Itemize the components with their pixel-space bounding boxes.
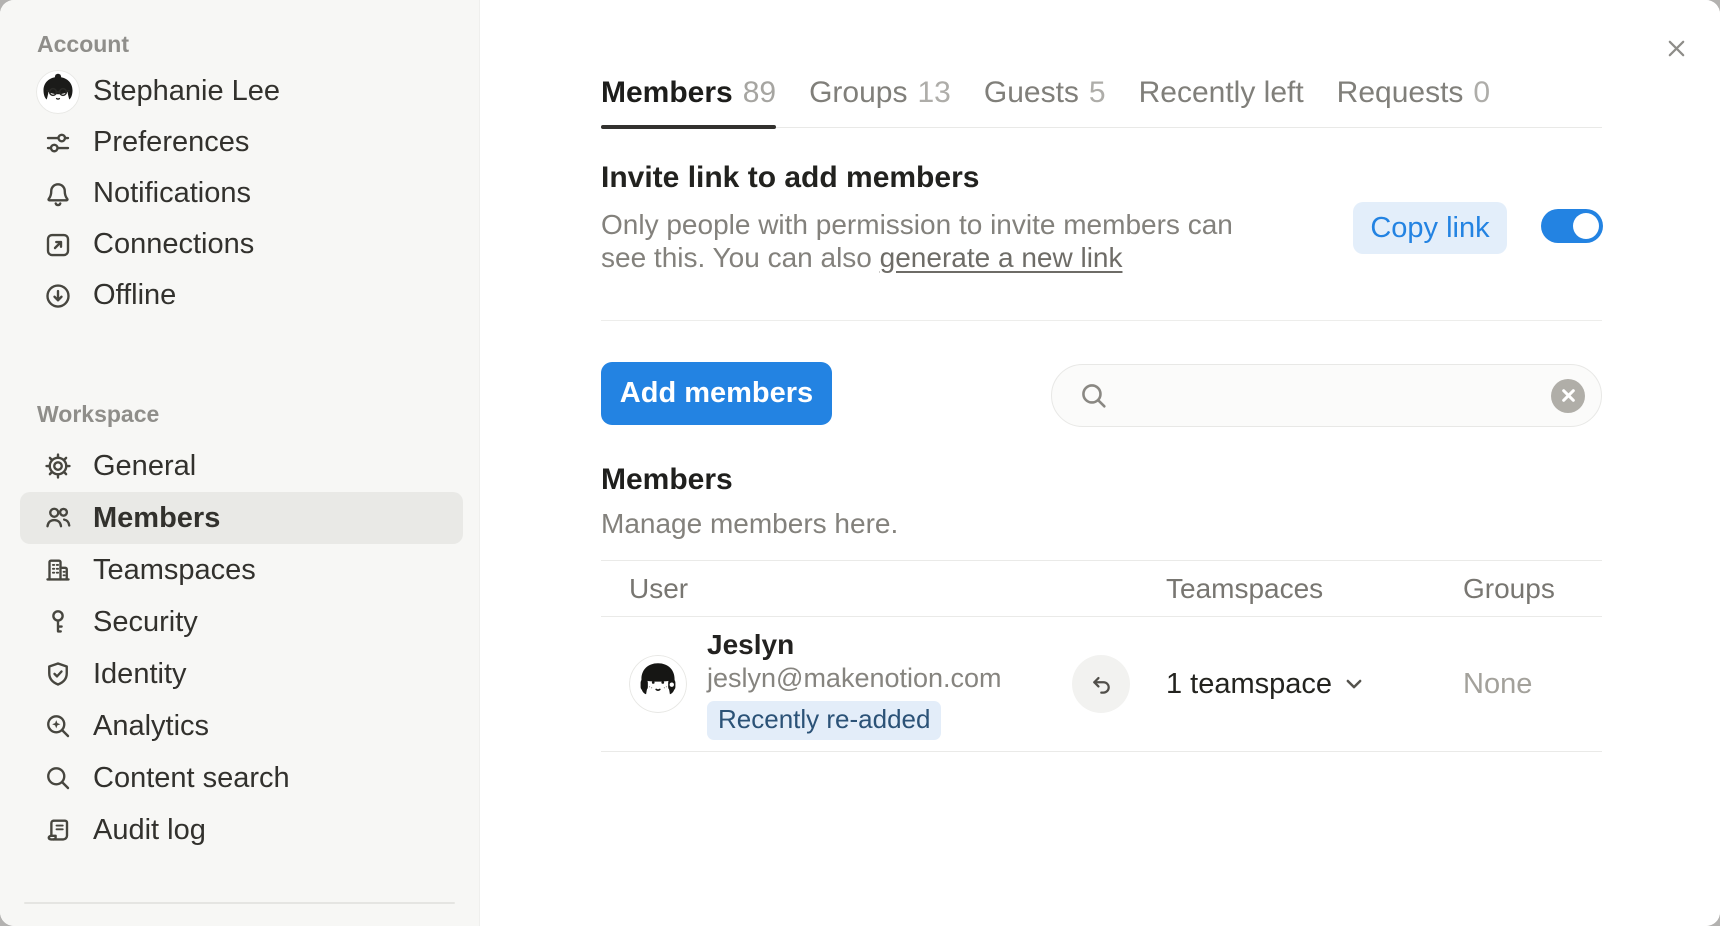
members-section-subtitle: Manage members here. <box>601 508 898 540</box>
members-table: User Teamspaces Groups <box>601 560 1602 752</box>
workspace-section-label: Workspace <box>37 400 479 428</box>
sidebar-item-label: Notifications <box>93 177 251 210</box>
sidebar-item-label: General <box>93 450 196 483</box>
building-icon <box>43 555 73 585</box>
member-avatar <box>629 655 687 713</box>
sidebar-item-members[interactable]: Members <box>20 492 463 544</box>
sidebar-item-security[interactable]: Security <box>0 596 479 648</box>
sidebar-item-preferences[interactable]: Preferences <box>0 117 479 168</box>
sidebar-item-offline[interactable]: Offline <box>0 270 479 321</box>
table-row: Jeslyn jeslyn@makenotion.com Recently re… <box>601 617 1602 752</box>
workspace-settings-dialog: Account Stephanie Lee Preferences <box>0 0 1720 926</box>
column-header-user: User <box>601 573 1166 605</box>
close-button[interactable] <box>1656 28 1696 68</box>
sidebar-item-label: Members <box>93 502 220 535</box>
invite-link-toggle[interactable] <box>1541 209 1603 243</box>
arrow-up-right-box-icon <box>43 230 73 260</box>
member-name: Jeslyn <box>707 629 1002 661</box>
sidebar-item-label: Identity <box>93 658 187 691</box>
tab-groups[interactable]: Groups13 <box>809 70 951 127</box>
member-tabs: Members89 Groups13 Guests5 Recently left… <box>601 70 1602 128</box>
key-icon <box>43 607 73 637</box>
tab-guests[interactable]: Guests5 <box>984 70 1106 127</box>
tab-members[interactable]: Members89 <box>601 70 776 127</box>
sidebar-item-general[interactable]: General <box>0 440 479 492</box>
generate-new-link[interactable]: generate a new link <box>880 242 1123 273</box>
close-icon <box>1665 37 1688 60</box>
sidebar-item-account-user[interactable]: Stephanie Lee <box>0 66 479 117</box>
gear-icon <box>43 451 73 481</box>
undo-remove-button[interactable] <box>1072 655 1130 713</box>
scroll-icon <box>43 815 73 845</box>
teamspaces-dropdown[interactable]: 1 teamspace <box>1166 668 1463 701</box>
section-divider <box>601 320 1602 321</box>
column-header-teamspaces: Teamspaces <box>1166 573 1463 605</box>
members-section-title: Members <box>601 463 733 497</box>
clear-icon <box>1561 388 1576 403</box>
members-settings-panel: Members89 Groups13 Guests5 Recently left… <box>481 0 1720 926</box>
member-identity: Jeslyn jeslyn@makenotion.com Recently re… <box>707 629 1002 740</box>
account-section-label: Account <box>37 0 479 58</box>
sidebar-item-notifications[interactable]: Notifications <box>0 168 479 219</box>
user-avatar <box>36 70 80 114</box>
magnifier-icon <box>43 763 73 793</box>
sidebar-item-label: Offline <box>93 279 176 312</box>
sidebar-item-label: Preferences <box>93 126 249 159</box>
sidebar-item-label: Teamspaces <box>93 554 256 587</box>
magnifier-sparkle-icon <box>43 711 73 741</box>
invite-link-description: Only people with permission to invite me… <box>601 208 1233 274</box>
copy-link-button[interactable]: Copy link <box>1353 202 1507 254</box>
chevron-down-icon <box>1343 673 1365 695</box>
shield-check-icon <box>43 659 73 689</box>
member-groups-value: None <box>1463 668 1602 701</box>
tab-recently-left[interactable]: Recently left <box>1139 70 1304 127</box>
sidebar-item-teamspaces[interactable]: Teamspaces <box>0 544 479 596</box>
sidebar-item-label: Content search <box>93 762 290 795</box>
sidebar-item-analytics[interactable]: Analytics <box>0 700 479 752</box>
sidebar-item-label: Connections <box>93 228 254 261</box>
people-icon <box>43 503 73 533</box>
tab-count: 89 <box>743 76 776 127</box>
sidebar-item-connections[interactable]: Connections <box>0 219 479 270</box>
sidebar-item-content-search[interactable]: Content search <box>0 752 479 804</box>
settings-sidebar: Account Stephanie Lee Preferences <box>0 0 480 926</box>
toggle-knob <box>1573 213 1599 239</box>
sidebar-item-label: Stephanie Lee <box>93 75 280 108</box>
invite-link-title: Invite link to add members <box>601 161 979 195</box>
member-status-badge: Recently re-added <box>707 701 941 740</box>
tab-count: 5 <box>1089 76 1106 127</box>
member-search <box>1051 364 1602 427</box>
tab-count: 13 <box>917 76 950 127</box>
undo-icon <box>1088 671 1115 698</box>
tab-count: 0 <box>1473 76 1490 127</box>
sidebar-bottom-divider <box>24 902 455 904</box>
sidebar-item-label: Analytics <box>93 710 209 743</box>
search-icon <box>1078 380 1109 411</box>
download-circle-icon <box>43 281 73 311</box>
search-input[interactable] <box>1123 380 1551 412</box>
tab-requests[interactable]: Requests0 <box>1337 70 1490 127</box>
clear-search-button[interactable] <box>1551 379 1585 413</box>
sidebar-item-identity[interactable]: Identity <box>0 648 479 700</box>
bell-icon <box>43 179 73 209</box>
sidebar-item-label: Audit log <box>93 814 206 847</box>
table-header-row: User Teamspaces Groups <box>601 560 1602 617</box>
member-email: jeslyn@makenotion.com <box>707 663 1002 694</box>
add-members-button[interactable]: Add members <box>601 362 832 425</box>
sliders-icon <box>43 128 73 158</box>
sidebar-item-label: Security <box>93 606 198 639</box>
sidebar-item-audit-log[interactable]: Audit log <box>0 804 479 856</box>
column-header-groups: Groups <box>1463 573 1602 605</box>
